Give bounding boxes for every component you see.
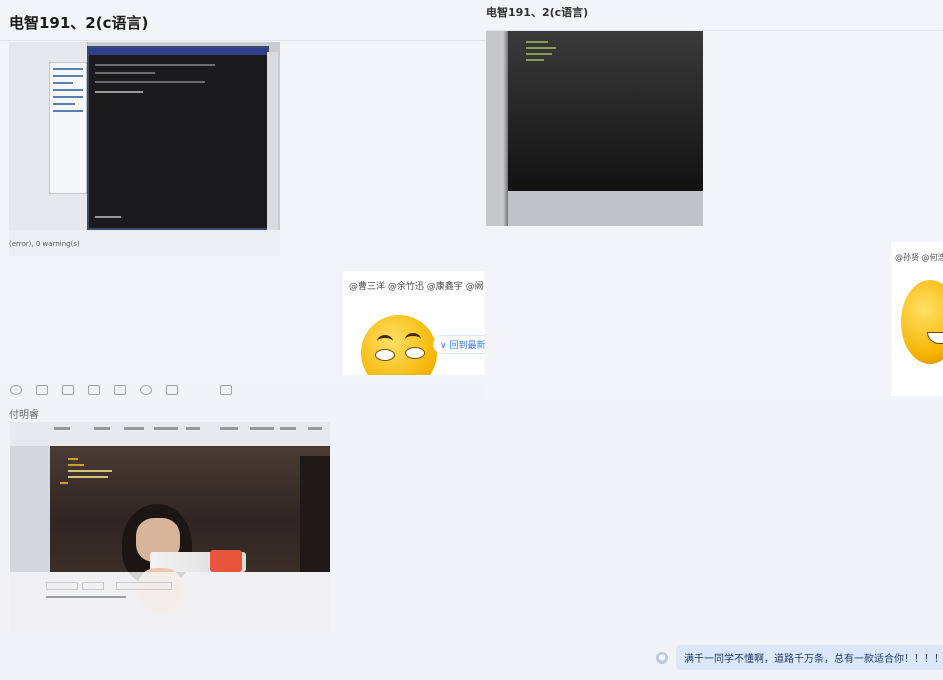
sender-avatar[interactable]: ☻ <box>656 652 668 664</box>
chat-photo-console[interactable] <box>9 42 280 256</box>
emoji-icon[interactable] <box>10 385 22 395</box>
screenshot-icon[interactable] <box>114 385 126 395</box>
chat-title-right: 电智191、2(c语言) <box>486 6 589 19</box>
chat-message-bubble: 满千一同学不懂啊，道路千万条，总有一款适合你！！！！ <box>676 645 943 670</box>
clock-icon[interactable] <box>140 385 152 395</box>
more-icon[interactable] <box>166 385 178 395</box>
mention-tags: @曹三洋 @余竹迅 @康鑫宇 @阙 <box>349 282 484 292</box>
photo-caption-fragment: (error), 0 warning(s) <box>9 240 80 248</box>
console-window <box>87 46 269 230</box>
sender-name: 付明睿 <box>9 410 39 421</box>
send-icon[interactable] <box>220 385 232 395</box>
right-chat-panel: 电智191、2(c语言) @孙贤 @何浩然 @ <box>486 0 943 400</box>
ide-sidebar <box>9 42 88 256</box>
chat-title: 电智191、2(c语言) <box>9 14 149 32</box>
folder-icon[interactable] <box>62 385 74 395</box>
chat-photo-monitor[interactable] <box>486 31 703 226</box>
back-to-latest-button[interactable]: ∨ 回到最新位置 <box>433 335 485 354</box>
emoji-sticker-card-right[interactable]: @孙贤 @何浩然 @ <box>891 242 943 396</box>
ide-toolbar <box>10 422 330 446</box>
scissors-icon[interactable] <box>36 385 48 395</box>
left-chat-panel: 电智191、2(c语言) (error), 0 warning(s) @曹三洋 … <box>0 0 490 378</box>
image-icon[interactable] <box>88 385 100 395</box>
ide-bottom-panel <box>10 572 330 632</box>
emoji-sticker-card[interactable]: @曹三洋 @余竹迅 @康鑫宇 @阙 ∨ 回到最新位置 <box>343 271 485 375</box>
chat-photo-webcam[interactable] <box>10 422 330 632</box>
input-toolbar <box>10 383 250 397</box>
title-divider <box>0 40 490 41</box>
avatar-icon: ☻ <box>658 654 666 662</box>
mention-tags-right: @孙贤 @何浩然 @ <box>895 253 943 262</box>
smirk-emoji-icon <box>361 315 437 375</box>
thumbs-up-emoji-icon <box>901 280 943 364</box>
